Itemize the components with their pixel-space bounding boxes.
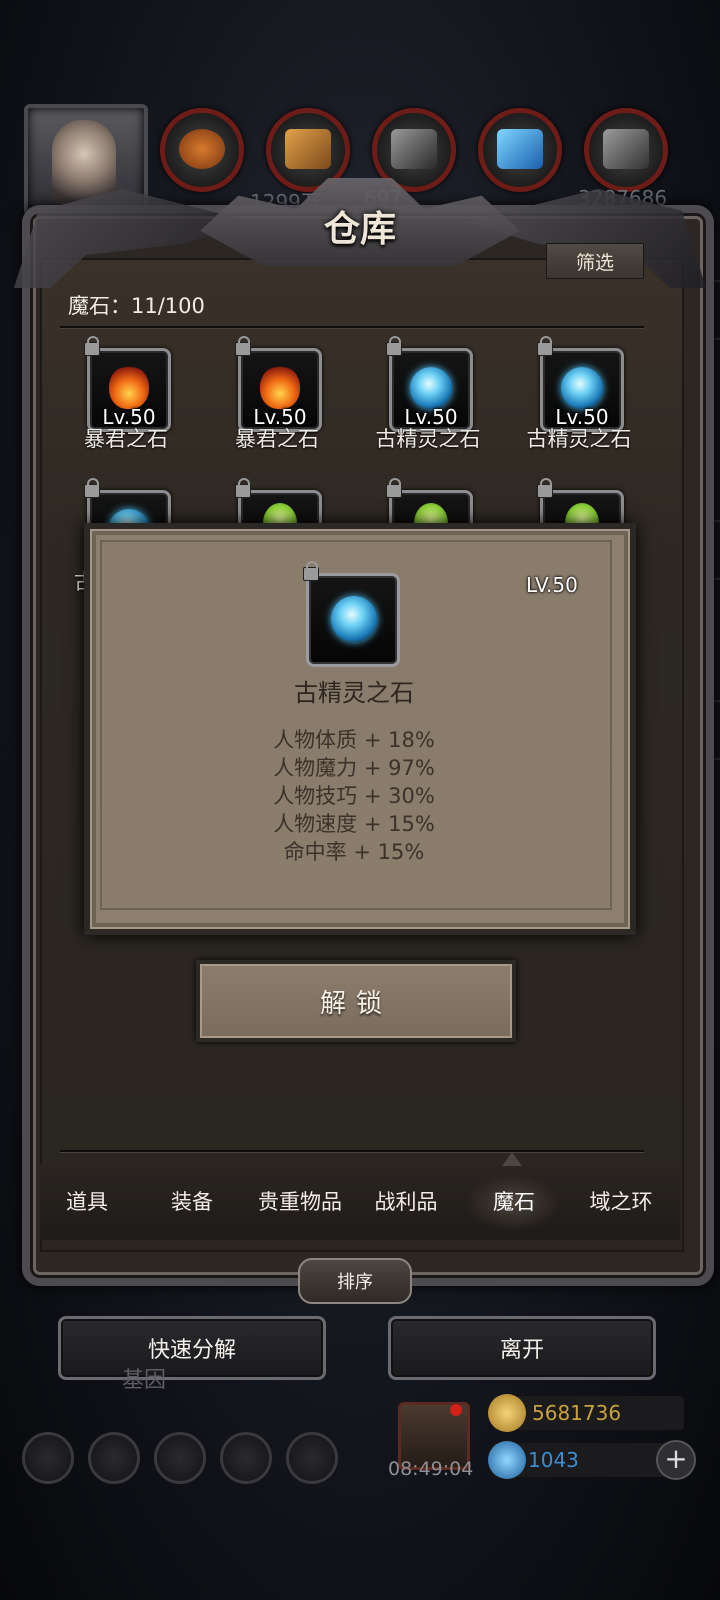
detail-stat: 人物技巧 + 30% (273, 784, 435, 808)
item-name: 古精灵之石 (375, 427, 481, 451)
item-name: 暴君之石 (84, 427, 168, 451)
lock-icon (235, 478, 251, 498)
resource-crystal-icon[interactable] (478, 108, 562, 192)
detail-stat: 人物魔力 + 97% (273, 756, 435, 780)
mail-icon[interactable] (220, 1432, 272, 1484)
detail-item-icon (303, 561, 400, 667)
background-label: 基因 (122, 1368, 167, 1393)
lock-icon (386, 478, 402, 498)
clock-time: 08:49:04 (388, 1458, 474, 1480)
lock-icon (84, 336, 100, 356)
tab-domain-ring[interactable]: 域之环 (566, 1186, 676, 1216)
category-count: 魔石：11/100 (68, 294, 205, 318)
divider-top (60, 326, 644, 329)
diamond-value: 1043 (528, 1448, 579, 1472)
resource-iron-icon[interactable] (584, 108, 668, 192)
lock-icon (84, 478, 100, 498)
fire-gem-icon (260, 365, 300, 409)
lock-icon (537, 478, 553, 498)
tab-items[interactable]: 道具 (32, 1186, 142, 1216)
item-slot[interactable]: Lv.50 (235, 336, 322, 432)
map-icon[interactable] (154, 1432, 206, 1484)
filter-button[interactable]: 筛选 (546, 243, 644, 279)
detail-stat: 人物体质 + 18% (273, 728, 435, 752)
gold-value: 5681736 (532, 1401, 622, 1425)
item-slot[interactable]: Lv.50 (537, 336, 624, 432)
item-name: 古精灵之石 (526, 427, 632, 451)
lock-icon (303, 561, 319, 581)
detail-item-name: 古精灵之石 (294, 679, 414, 707)
book-icon[interactable] (286, 1432, 338, 1484)
settings-icon[interactable] (22, 1432, 74, 1484)
item-slot[interactable]: Lv.50 (84, 336, 171, 432)
resource-ore-icon[interactable] (160, 108, 244, 192)
diamond-icon (488, 1441, 526, 1479)
item-slot[interactable]: Lv.50 (386, 336, 473, 432)
ice-gem-icon (410, 367, 452, 409)
detail-level: LV.50 (526, 573, 578, 597)
divider-bottom (60, 1150, 644, 1153)
leave-button[interactable]: 离开 (388, 1316, 656, 1380)
detail-stat: 人物速度 + 15% (273, 812, 435, 836)
achievement-icon[interactable] (88, 1432, 140, 1484)
add-currency-button[interactable]: + (656, 1440, 696, 1480)
sort-button[interactable]: 排序 (298, 1258, 412, 1304)
quick-decompose-button[interactable]: 快速分解 (58, 1316, 326, 1380)
tab-magic-stone[interactable]: 魔石 (459, 1186, 569, 1216)
gold-icon (488, 1394, 526, 1432)
lock-icon (537, 336, 553, 356)
avatar-portrait (52, 120, 116, 204)
lock-icon (235, 336, 251, 356)
item-name: 暴君之石 (235, 427, 319, 451)
unlock-button[interactable]: 解锁 (196, 960, 516, 1042)
ice-gem-icon (561, 367, 603, 409)
fire-gem-icon (109, 365, 149, 409)
detail-stat: 命中率 + 15% (283, 840, 425, 864)
ice-gem-icon (331, 596, 377, 642)
tab-loot[interactable]: 战利品 (351, 1186, 461, 1216)
lock-icon (386, 336, 402, 356)
notification-dot (450, 1404, 462, 1416)
tab-valuables[interactable]: 贵重物品 (245, 1186, 355, 1216)
tab-equipment[interactable]: 装备 (137, 1186, 247, 1216)
